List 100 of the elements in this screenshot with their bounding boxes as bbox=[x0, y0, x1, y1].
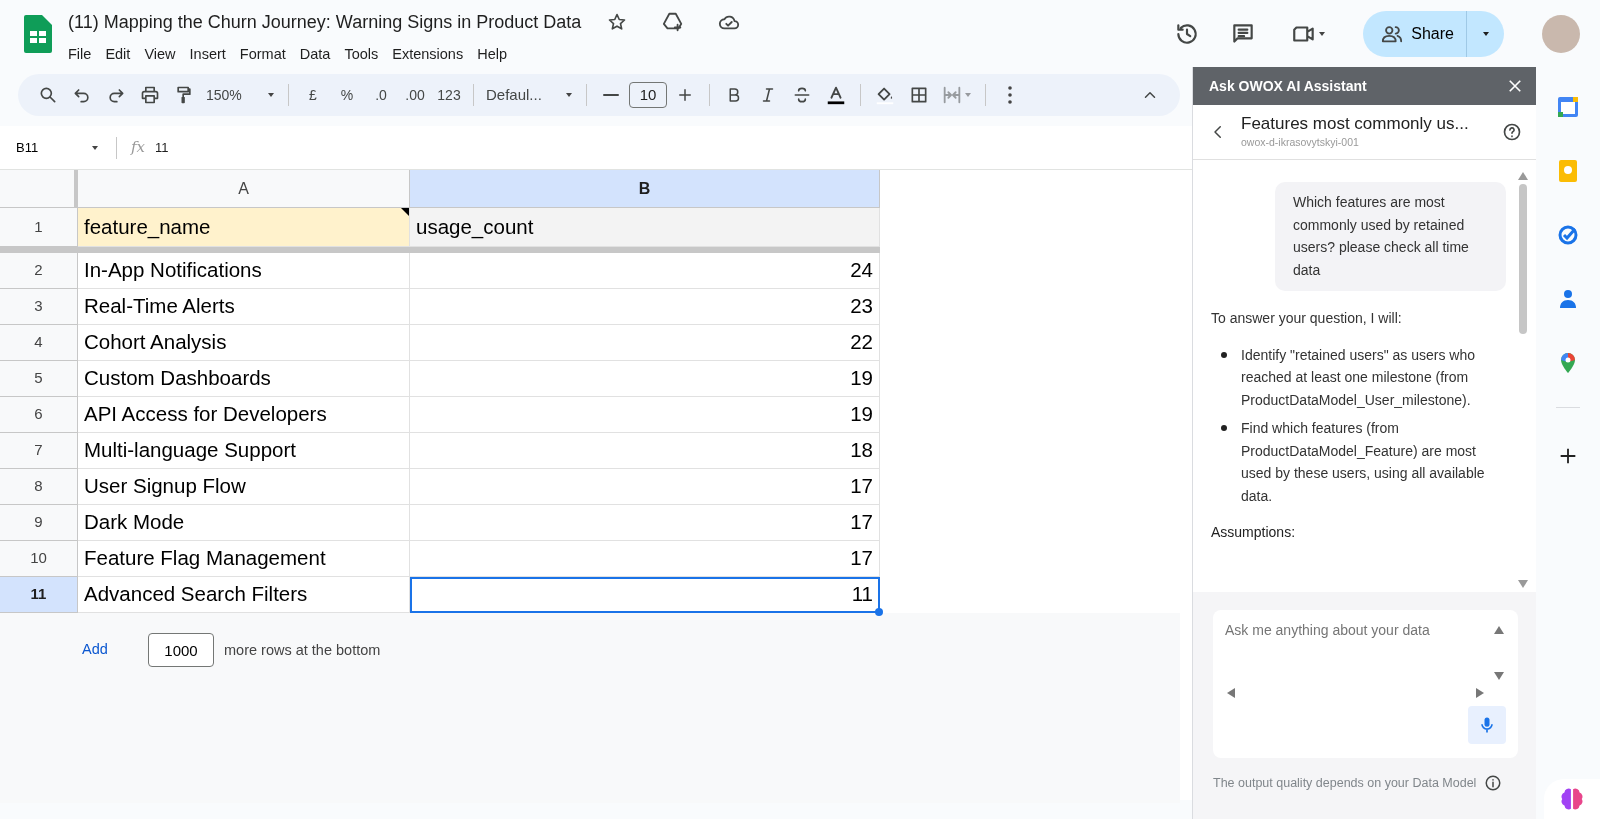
table-cell[interactable]: Dark Mode bbox=[78, 505, 410, 541]
document-title: (11) Mapping the Churn Journey: Warning Signs in Product Data bbox=[68, 10, 582, 33]
row-header[interactable]: 4 bbox=[0, 325, 78, 361]
column-header[interactable]: B bbox=[410, 170, 880, 208]
minus-icon bbox=[603, 94, 619, 96]
menu-item[interactable]: Insert bbox=[189, 41, 234, 66]
close-icon bbox=[1506, 77, 1524, 95]
table-cell[interactable]: Multi-language Support bbox=[78, 433, 410, 469]
number-format-button[interactable]: 123 bbox=[433, 79, 465, 111]
list-item-text: Find which features (from ProductDataModel_Feature) are most used by these users, using all available data. bbox=[1241, 419, 1486, 506]
table-cell[interactable]: Feature Flag Management bbox=[78, 541, 410, 577]
assistant-message: To answer your question, I will: bbox=[1211, 309, 1403, 328]
table-cell[interactable]: Cohort Analysis bbox=[78, 325, 410, 361]
sheets-logo-icon[interactable] bbox=[24, 14, 52, 53]
close-button[interactable] bbox=[1506, 77, 1524, 95]
check-circle-icon bbox=[1556, 223, 1580, 247]
percent-button[interactable]: % bbox=[331, 79, 363, 111]
table-cell[interactable]: API Access for Developers bbox=[78, 397, 410, 433]
row-header[interactable]: 3 bbox=[0, 289, 78, 325]
row-header[interactable]: 6 bbox=[0, 397, 78, 433]
table-cell[interactable]: usage_count bbox=[410, 208, 880, 247]
bullet-icon bbox=[1221, 425, 1227, 431]
star-icon bbox=[607, 11, 628, 32]
menu-item[interactable]: View bbox=[144, 41, 184, 66]
table-cell[interactable]: 17 bbox=[410, 541, 880, 577]
table-cell[interactable]: User Signup Flow bbox=[78, 469, 410, 505]
menu-item[interactable]: Edit bbox=[105, 41, 139, 66]
paint-roller-icon bbox=[174, 85, 194, 105]
brain-icon bbox=[1559, 786, 1585, 812]
row-count-field[interactable]: 1000 bbox=[148, 633, 214, 667]
list-item-text: Identify "retained users" as users who reached at least one milestone (from ProductDataModel_User_milestone). bbox=[1241, 345, 1477, 410]
search-icon bbox=[38, 85, 58, 105]
table-cell[interactable]: 24 bbox=[410, 253, 880, 289]
merge-icon bbox=[941, 84, 963, 106]
table-cell[interactable]: feature_name bbox=[78, 208, 410, 247]
table-cell[interactable]: 17 bbox=[410, 469, 880, 505]
info-icon[interactable] bbox=[1484, 774, 1503, 793]
scroll-left-icon[interactable] bbox=[1227, 688, 1235, 698]
menu-item[interactable]: Format bbox=[239, 41, 294, 66]
font-size-field[interactable]: 10 bbox=[629, 82, 667, 108]
table-cell[interactable]: In-App Notifications bbox=[78, 253, 410, 289]
table-cell[interactable]: 19 bbox=[410, 397, 880, 433]
chat-subtitle: owox-d-ikrasovytskyi-001 bbox=[1241, 135, 1360, 151]
row-header[interactable]: 10 bbox=[0, 541, 78, 577]
text-color-icon bbox=[825, 84, 847, 106]
footer-note: The output quality depends on your Data Model bbox=[1213, 775, 1477, 792]
menu-item[interactable]: File bbox=[68, 41, 100, 66]
row-header[interactable]: 1 bbox=[0, 208, 78, 247]
help-button[interactable] bbox=[1502, 122, 1522, 142]
table-cell[interactable]: 11 bbox=[410, 577, 880, 613]
chat-input-box[interactable]: Ask me anything about your data bbox=[1213, 610, 1518, 758]
menu-item[interactable]: Tools bbox=[344, 41, 387, 66]
add-rows-button[interactable]: Add bbox=[82, 633, 138, 667]
scroll-right-icon[interactable] bbox=[1476, 688, 1484, 698]
table-cell[interactable]: 17 bbox=[410, 505, 880, 541]
font-dropdown[interactable]: Defaul... bbox=[482, 79, 578, 111]
menu-item[interactable]: Help bbox=[477, 41, 515, 66]
share-button[interactable]: Share bbox=[1363, 10, 1466, 57]
panel-title: Ask OWOX AI Assistant bbox=[1209, 76, 1367, 96]
table-cell[interactable]: 19 bbox=[410, 361, 880, 397]
function-label: fx bbox=[131, 137, 145, 159]
table-cell[interactable]: 22 bbox=[410, 325, 880, 361]
scroll-up-icon[interactable] bbox=[1518, 172, 1528, 180]
add-rows-label: more rows at the bottom bbox=[224, 641, 381, 660]
calendar-icon bbox=[1556, 95, 1580, 119]
chat-title: Features most commonly us... bbox=[1241, 113, 1470, 136]
assistant-launcher-button[interactable] bbox=[1544, 779, 1600, 819]
printer-icon bbox=[140, 85, 160, 105]
table-cell[interactable]: 18 bbox=[410, 433, 880, 469]
increase-decimals-button[interactable]: .00 bbox=[399, 79, 431, 111]
table-cell[interactable]: Real-Time Alerts bbox=[78, 289, 410, 325]
scroll-down-icon[interactable] bbox=[1518, 580, 1528, 588]
row-header[interactable]: 2 bbox=[0, 253, 78, 289]
menu-item[interactable]: Data bbox=[299, 41, 339, 66]
zoom-dropdown[interactable]: 150% bbox=[202, 79, 280, 111]
plus-icon bbox=[676, 86, 694, 104]
user-message: Which features are most commonly used by retained users? please check all time data bbox=[1275, 182, 1506, 291]
grid-icon bbox=[909, 85, 929, 105]
section-heading: Assumptions: bbox=[1211, 523, 1297, 542]
currency-button[interactable]: £ bbox=[297, 79, 329, 111]
help-icon bbox=[1502, 122, 1522, 142]
table-cell[interactable]: Custom Dashboards bbox=[78, 361, 410, 397]
strikethrough-icon bbox=[792, 85, 812, 105]
scroll-up-icon[interactable] bbox=[1494, 626, 1504, 634]
table-cell[interactable]: 23 bbox=[410, 289, 880, 325]
fill-handle[interactable] bbox=[875, 608, 883, 616]
row-header[interactable]: 9 bbox=[0, 505, 78, 541]
row-header[interactable]: 7 bbox=[0, 433, 78, 469]
bullet-icon bbox=[1221, 351, 1227, 358]
row-header[interactable]: 8 bbox=[0, 469, 78, 505]
voice-input-button[interactable] bbox=[1468, 706, 1506, 744]
column-header[interactable]: A bbox=[78, 170, 410, 208]
scroll-down-icon[interactable] bbox=[1494, 672, 1504, 680]
row-header[interactable]: 11 bbox=[0, 577, 78, 613]
row-header[interactable]: 5 bbox=[0, 361, 78, 397]
menu-item[interactable]: Extensions bbox=[392, 41, 472, 66]
lightbulb-icon bbox=[1556, 159, 1580, 183]
scrollbar-thumb[interactable] bbox=[1519, 184, 1527, 334]
decrease-decimals-button[interactable]: .0 bbox=[365, 79, 397, 111]
name-box[interactable]: B11 bbox=[0, 137, 110, 158]
